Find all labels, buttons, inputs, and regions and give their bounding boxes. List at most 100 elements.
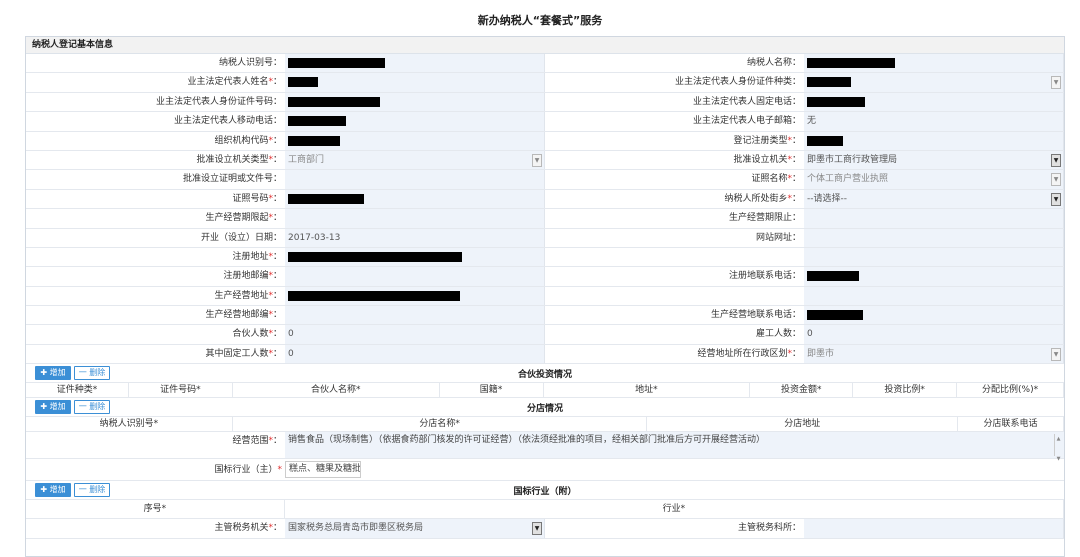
field-value: 0 xyxy=(807,329,813,340)
industry-sub-toolbar: ✚ 增加 一 删除 国标行业（附） xyxy=(26,481,1064,501)
chevron-down-icon[interactable]: ▼ xyxy=(532,522,542,536)
partner-section-title: 合伙投资情况 xyxy=(517,369,572,380)
registration-form: 纳税人登记基本信息 纳税人识别号： 纳税人名称： 业主法定代表人姓名*： 业主法定代表… xyxy=(25,36,1065,557)
field-label: 生产经营期限起*： xyxy=(26,209,285,228)
form-row: 组织机构代码*： 登记注册类型*： xyxy=(26,131,1064,151)
field-label: 业主法定代表人身份证件号码： xyxy=(26,92,285,112)
field-input[interactable] xyxy=(804,209,1064,228)
field-input[interactable] xyxy=(285,73,545,92)
field-select[interactable]: 个体工商户营业执照 ▼ xyxy=(804,170,1064,189)
partner-delete-button[interactable]: 一 删除 xyxy=(74,366,110,381)
field-input[interactable] xyxy=(804,519,1064,538)
page-title: 新办纳税人“套餐式”服务 xyxy=(477,14,603,27)
business-scope-row: 经营范围*： 销售食品（现场制售）（依据食药部门核发的许可证经营）（依法须经批准… xyxy=(26,432,1064,462)
column-header: 分店名称* xyxy=(233,417,648,432)
form-row: 开业（设立）日期： 2017-03-13 网站网址： xyxy=(26,228,1064,248)
field-input[interactable] xyxy=(285,92,545,112)
field-label: 雇工人数： xyxy=(545,325,804,344)
field-select[interactable]: 即墨市工商行政管理局 ▼ xyxy=(804,150,1064,170)
redacted-value xyxy=(288,96,380,107)
redacted-value xyxy=(807,96,865,107)
field-value: 0 xyxy=(288,348,294,359)
business-scope-value: 销售食品（现场制售）（依据食药部门核发的许可证经营）（依法须经批准的项目，经相关… xyxy=(288,435,766,446)
field-label: 注册地邮编*： xyxy=(26,267,285,286)
chevron-down-icon[interactable]: ▼ xyxy=(1051,347,1061,361)
field-input xyxy=(804,286,1064,306)
industry-sub-section-title: 国标行业（附） xyxy=(513,486,577,497)
field-input[interactable] xyxy=(285,189,545,209)
redacted-value xyxy=(288,290,460,301)
column-header: 合伙人名称* xyxy=(233,383,440,398)
field-input[interactable] xyxy=(285,267,545,286)
field-value: 即墨市工商行政管理局 xyxy=(807,154,898,165)
column-header: 投资金额* xyxy=(750,383,854,398)
chevron-down-icon[interactable]: ▼ xyxy=(532,153,542,167)
field-input[interactable] xyxy=(285,247,545,267)
industry-delete-button[interactable]: 一 删除 xyxy=(74,483,110,498)
field-label: 业主法定代表人姓名*： xyxy=(26,73,285,92)
field-label: 其中固定工人数*： xyxy=(26,344,285,364)
column-header: 序号* xyxy=(26,500,285,519)
main-industry-input[interactable]: 糕点、糖果及糖批 xyxy=(285,461,361,479)
partner-add-button[interactable]: ✚ 增加 xyxy=(35,366,71,381)
field-label: 业主法定代表人电子邮箱： xyxy=(545,112,804,131)
field-input[interactable] xyxy=(285,209,545,228)
column-header: 行业* xyxy=(285,500,1064,519)
field-input[interactable] xyxy=(804,228,1064,247)
field-label: 证照名称*： xyxy=(545,170,804,189)
redacted-value xyxy=(807,58,895,68)
field-label: 纳税人名称： xyxy=(545,54,804,73)
branch-add-button[interactable]: ✚ 增加 xyxy=(35,400,71,415)
field-input[interactable]: 0 xyxy=(804,325,1064,344)
redacted-value xyxy=(807,271,859,282)
form-row: 批准设立机关类型*： 工商部门 ▼ 批准设立机关*： 即墨市工商行政管理局 ▼ xyxy=(26,150,1064,171)
industry-table-header: 序号* 行业* xyxy=(26,500,1064,520)
business-scope-textarea[interactable]: 销售食品（现场制售）（依据食药部门核发的许可证经营）（依法须经批准的项目，经相关… xyxy=(285,432,1064,462)
field-label: 批准设立机关类型*： xyxy=(26,150,285,170)
field-input xyxy=(804,247,1064,267)
field-label: 登记注册类型*： xyxy=(545,131,804,150)
field-input[interactable] xyxy=(285,170,545,189)
chevron-down-icon[interactable]: ▼ xyxy=(1051,76,1061,90)
field-label: 网站网址： xyxy=(545,228,804,247)
branch-toolbar: ✚ 增加 一 删除 分店情况 xyxy=(26,398,1064,418)
field-select[interactable]: --请选择-- ▼ xyxy=(804,189,1064,209)
field-select[interactable]: ▼ xyxy=(804,73,1064,92)
branch-delete-button[interactable]: 一 删除 xyxy=(74,400,110,415)
field-input[interactable] xyxy=(285,131,545,150)
field-value: 国家税务总局青岛市即墨区税务局 xyxy=(288,523,424,534)
redacted-value xyxy=(288,77,318,88)
field-value: 个体工商户营业执照 xyxy=(807,174,889,185)
industry-add-button[interactable]: ✚ 增加 xyxy=(35,483,71,498)
field-select[interactable]: 国家税务总局青岛市即墨区税务局 ▼ xyxy=(285,519,545,538)
field-input[interactable]: 0 xyxy=(285,344,545,364)
field-input[interactable] xyxy=(285,306,545,325)
branch-table-header: 纳税人识别号* 分店名称* 分店地址 分店联系电话 xyxy=(26,417,1064,433)
textarea-scrollbar[interactable]: ▲ ▼ xyxy=(1054,434,1062,462)
field-select[interactable]: 工商部门 ▼ xyxy=(285,150,545,170)
column-header: 分店联系电话 xyxy=(958,417,1064,432)
field-label: 批准设立机关*： xyxy=(545,150,804,170)
field-label: 业主法定代表人移动电话： xyxy=(26,112,285,131)
chevron-down-icon[interactable]: ▼ xyxy=(1051,173,1061,187)
field-input[interactable] xyxy=(285,112,545,131)
field-input[interactable] xyxy=(804,306,1064,325)
field-input[interactable] xyxy=(285,286,545,306)
tax-authority-row: 主管税务机关*： 国家税务总局青岛市即墨区税务局 ▼ 主管税务科所： xyxy=(26,519,1064,539)
field-input[interactable] xyxy=(804,54,1064,73)
field-input[interactable] xyxy=(285,54,545,73)
chevron-down-icon[interactable]: ▼ xyxy=(1051,192,1061,206)
field-input[interactable] xyxy=(804,92,1064,112)
field-input[interactable] xyxy=(804,267,1064,286)
field-label: 注册地址*： xyxy=(26,247,285,267)
field-select[interactable]: 即墨市 ▼ xyxy=(804,344,1064,364)
chevron-down-icon[interactable]: ▼ xyxy=(1051,153,1061,167)
field-input[interactable]: 2017-03-13 xyxy=(285,228,545,247)
main-industry-label: 国标行业（主）* xyxy=(26,459,285,481)
field-input[interactable]: 无 xyxy=(804,112,1064,131)
form-row: 纳税人识别号： 纳税人名称： xyxy=(26,54,1064,74)
column-header: 分配比例(%)* xyxy=(957,383,1065,398)
field-input[interactable]: 0 xyxy=(285,325,545,344)
form-row: 证照号码*： 纳税人所处街乡*： --请选择-- ▼ xyxy=(26,189,1064,210)
field-input[interactable] xyxy=(804,131,1064,150)
